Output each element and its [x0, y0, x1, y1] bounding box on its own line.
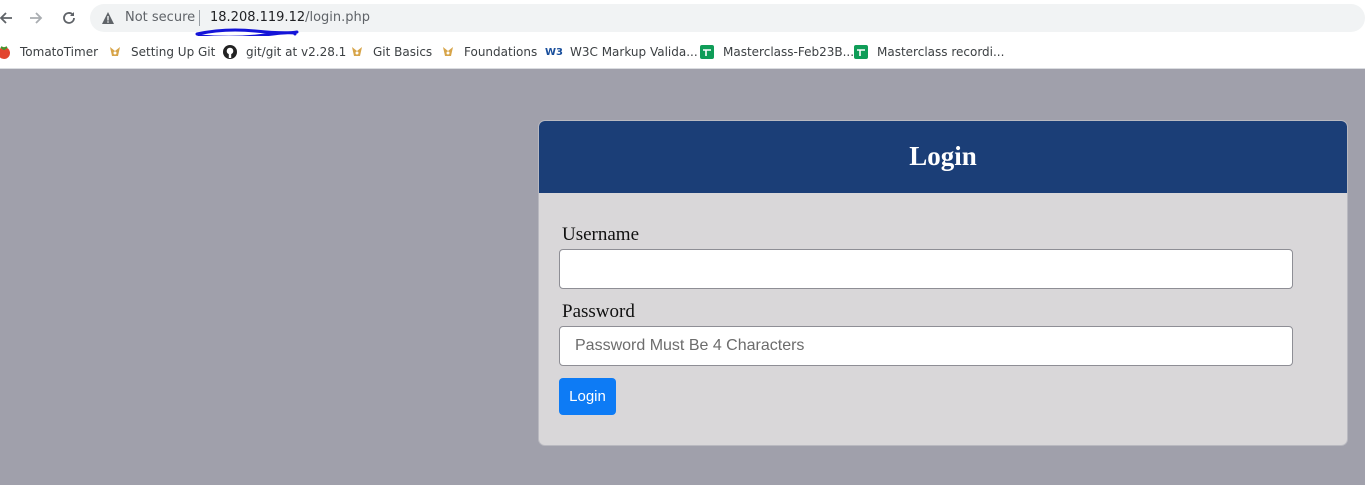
- w3c-icon: W3: [545, 46, 563, 58]
- bookmark-masterclass-feb23b[interactable]: Masterclass-Feb23B...: [699, 43, 854, 61]
- back-arrow-icon[interactable]: [0, 6, 18, 30]
- login-button[interactable]: Login: [559, 378, 616, 415]
- login-title: Login: [909, 141, 977, 171]
- bookmark-label: Foundations: [464, 45, 538, 59]
- bookmark-label: git/git at v2.28.1: [246, 45, 347, 59]
- browser-toolbar: Not secure 18.208.119.12/login.php: [0, 0, 1365, 39]
- url-path: /login.php: [305, 10, 371, 25]
- warning-icon: [102, 12, 114, 24]
- password-input[interactable]: [559, 326, 1293, 366]
- bookmark-tomatotimer[interactable]: TomatoTimer: [0, 43, 98, 61]
- bookmark-label: Masterclass-Feb23B...: [723, 45, 855, 59]
- bookmark-foundations[interactable]: Foundations: [440, 43, 537, 61]
- bookmark-label: Git Basics: [373, 45, 433, 59]
- bookmark-git-basics[interactable]: Git Basics: [349, 43, 432, 61]
- odin-project-icon: [107, 44, 123, 60]
- bookmark-label: Masterclass recordi...: [877, 45, 1005, 59]
- url-text[interactable]: 18.208.119.12/login.php: [210, 10, 370, 25]
- url-host: 18.208.119.12: [210, 10, 306, 25]
- bookmarks-bar: TomatoTimer Setting Up Git git/git at v2…: [0, 36, 1365, 69]
- bookmark-label: Setting Up Git: [131, 45, 216, 59]
- login-card: Login Username Password Login: [538, 120, 1348, 446]
- github-icon: [222, 44, 238, 60]
- forward-arrow-icon[interactable]: [24, 6, 48, 30]
- tomato-icon: [0, 44, 12, 60]
- odin-project-icon: [349, 44, 365, 60]
- username-input[interactable]: [559, 249, 1293, 289]
- login-card-header: Login: [539, 121, 1347, 193]
- bookmark-setting-up-git[interactable]: Setting Up Git: [107, 43, 215, 61]
- google-sheets-icon: [699, 44, 715, 60]
- bookmark-git-v2281[interactable]: git/git at v2.28.1: [222, 43, 346, 61]
- reload-icon[interactable]: [57, 6, 81, 30]
- bookmark-w3c-validator[interactable]: W3 W3C Markup Valida...: [545, 43, 698, 61]
- omnibox-divider: [199, 10, 200, 26]
- bookmark-masterclass-recordings[interactable]: Masterclass recordi...: [853, 43, 1004, 61]
- odin-project-icon: [440, 44, 456, 60]
- password-label: Password: [562, 301, 635, 322]
- google-sheets-icon: [853, 44, 869, 60]
- security-status[interactable]: Not secure: [125, 10, 195, 25]
- bookmark-label: TomatoTimer: [20, 45, 99, 59]
- username-label: Username: [562, 224, 640, 245]
- bookmark-label: W3C Markup Valida...: [570, 45, 698, 59]
